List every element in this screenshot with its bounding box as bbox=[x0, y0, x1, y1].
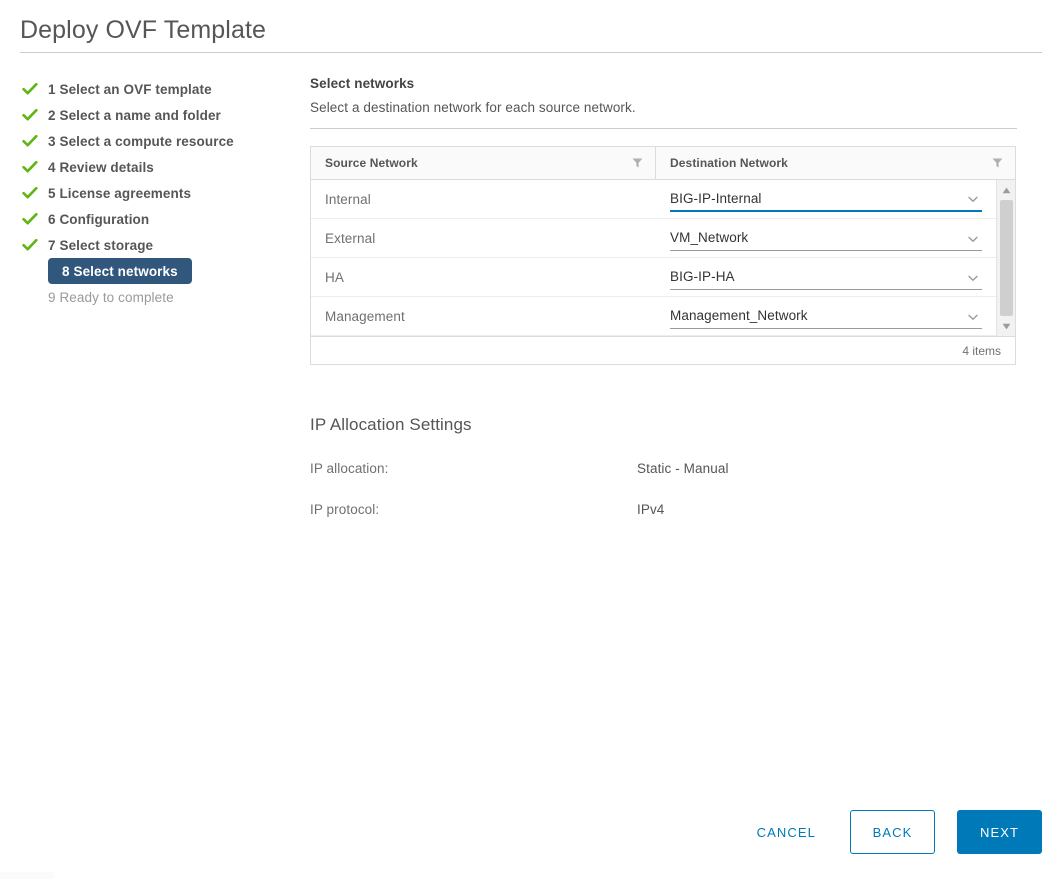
main-panel: Select networks Select a destination net… bbox=[310, 76, 1042, 129]
ip-protocol-value: IPv4 bbox=[637, 502, 665, 517]
wizard-step-label: 1 Select an OVF template bbox=[48, 81, 212, 97]
ip-allocation-heading: IP Allocation Settings bbox=[310, 415, 472, 434]
source-network-cell: External bbox=[325, 230, 376, 246]
source-network-cell: Internal bbox=[325, 191, 371, 207]
wizard-step-label: 7 Select storage bbox=[48, 237, 154, 253]
page-title: Deploy OVF Template bbox=[20, 16, 266, 44]
wizard-step-active-pill: 8 Select networks bbox=[48, 258, 192, 284]
check-icon bbox=[22, 237, 38, 253]
check-icon bbox=[22, 159, 38, 175]
networks-table-header: Source Network Destination Network bbox=[311, 147, 1015, 180]
column-header-source-network-label: Source Network bbox=[325, 156, 418, 170]
destination-network-value: BIG-IP-HA bbox=[670, 269, 735, 284]
wizard-step-1[interactable]: 1 Select an OVF template bbox=[20, 76, 290, 102]
footer-actions: CANCEL BACK NEXT bbox=[741, 810, 1042, 854]
wizard-step-9[interactable]: 9 Ready to complete bbox=[20, 284, 290, 310]
column-header-destination-network[interactable]: Destination Network bbox=[656, 147, 1015, 179]
table-row: External VM_Network bbox=[311, 219, 1015, 258]
wizard-step-label: 8 Select networks bbox=[62, 263, 178, 279]
table-row: Management Management_Network bbox=[311, 297, 1015, 336]
networks-table-footer: 4 items bbox=[311, 336, 1015, 364]
ip-protocol-row: IP protocol: IPv4 bbox=[310, 502, 1020, 517]
destination-network-dropdown[interactable]: BIG-IP-Internal bbox=[670, 186, 982, 212]
panel-subtitle: Select a destination network for each so… bbox=[310, 100, 636, 115]
ip-allocation-settings-section: IP Allocation Settings IP allocation: St… bbox=[310, 415, 1020, 517]
chevron-down-icon[interactable] bbox=[967, 232, 979, 244]
chevron-down-icon[interactable] bbox=[967, 192, 979, 204]
ip-allocation-row: IP allocation: Static - Manual bbox=[310, 461, 1020, 476]
destination-network-cell: Management_Network bbox=[656, 297, 997, 335]
bottom-edge-artifact bbox=[0, 872, 54, 879]
check-icon bbox=[22, 211, 38, 227]
check-icon bbox=[22, 133, 38, 149]
column-header-source-network[interactable]: Source Network bbox=[311, 147, 656, 179]
cancel-button[interactable]: CANCEL bbox=[741, 810, 832, 854]
check-icon bbox=[22, 185, 38, 201]
wizard-step-8[interactable]: 8 Select networks bbox=[20, 258, 290, 284]
table-vertical-scrollbar[interactable] bbox=[996, 180, 1015, 336]
destination-network-cell: VM_Network bbox=[656, 219, 997, 257]
source-network-cell: HA bbox=[325, 269, 344, 285]
item-count-label: 4 items bbox=[962, 343, 1001, 358]
back-button[interactable]: BACK bbox=[850, 810, 935, 854]
scroll-down-arrow-icon[interactable] bbox=[997, 318, 1016, 334]
wizard-step-list: 1 Select an OVF template 2 Select a name … bbox=[20, 76, 290, 310]
wizard-step-6[interactable]: 6 Configuration bbox=[20, 206, 290, 232]
wizard-step-label: 6 Configuration bbox=[48, 211, 150, 227]
filter-icon[interactable] bbox=[632, 158, 643, 169]
check-icon bbox=[22, 107, 38, 123]
check-icon bbox=[22, 81, 38, 97]
destination-network-value: BIG-IP-Internal bbox=[670, 190, 762, 206]
source-network-cell: Management bbox=[325, 308, 405, 324]
scroll-thumb[interactable] bbox=[1000, 200, 1013, 316]
scroll-up-arrow-icon[interactable] bbox=[997, 182, 1016, 198]
destination-network-cell: BIG-IP-HA bbox=[656, 258, 997, 296]
next-button[interactable]: NEXT bbox=[957, 810, 1042, 854]
table-row: Internal BIG-IP-Internal bbox=[311, 180, 1015, 219]
networks-table: Source Network Destination Network Inter… bbox=[310, 146, 1016, 365]
header-divider bbox=[20, 52, 1042, 53]
chevron-down-icon[interactable] bbox=[967, 310, 979, 322]
wizard-step-2[interactable]: 2 Select a name and folder bbox=[20, 102, 290, 128]
chevron-down-icon[interactable] bbox=[967, 271, 979, 283]
filter-icon[interactable] bbox=[992, 158, 1003, 169]
destination-network-dropdown[interactable]: BIG-IP-HA bbox=[670, 264, 982, 290]
wizard-step-label: 5 License agreements bbox=[48, 185, 192, 201]
ip-allocation-label: IP allocation: bbox=[310, 461, 389, 476]
panel-divider bbox=[310, 128, 1017, 129]
column-header-destination-network-label: Destination Network bbox=[670, 156, 788, 170]
wizard-step-7[interactable]: 7 Select storage bbox=[20, 232, 290, 258]
wizard-step-5[interactable]: 5 License agreements bbox=[20, 180, 290, 206]
networks-table-body: Internal BIG-IP-Internal External VM_Networ… bbox=[311, 180, 1015, 336]
panel-title: Select networks bbox=[310, 76, 415, 91]
wizard-step-label: 9 Ready to complete bbox=[48, 289, 174, 305]
wizard-step-label: 2 Select a name and folder bbox=[48, 107, 221, 123]
wizard-step-label: 3 Select a compute resource bbox=[48, 133, 234, 149]
destination-network-dropdown[interactable]: Management_Network bbox=[670, 303, 982, 329]
wizard-step-3[interactable]: 3 Select a compute resource bbox=[20, 128, 290, 154]
destination-network-dropdown[interactable]: VM_Network bbox=[670, 225, 982, 251]
ip-allocation-value: Static - Manual bbox=[637, 461, 729, 476]
wizard-step-label: 4 Review details bbox=[48, 159, 154, 175]
table-row: HA BIG-IP-HA bbox=[311, 258, 1015, 297]
wizard-step-4[interactable]: 4 Review details bbox=[20, 154, 290, 180]
destination-network-cell: BIG-IP-Internal bbox=[656, 180, 997, 218]
ip-protocol-label: IP protocol: bbox=[310, 502, 380, 517]
destination-network-value: VM_Network bbox=[670, 230, 749, 245]
destination-network-value: Management_Network bbox=[670, 308, 808, 323]
